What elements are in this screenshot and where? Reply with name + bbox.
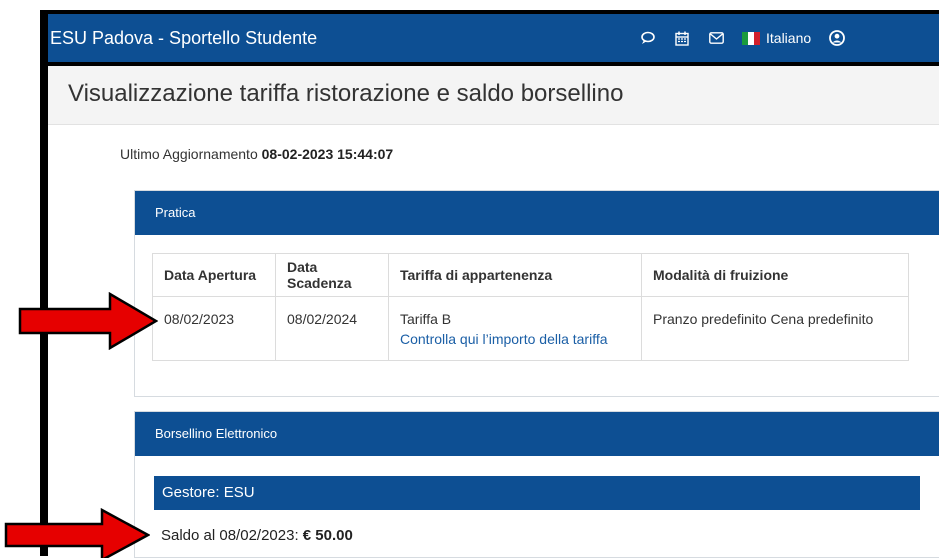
top-navbar: ESU Padova - Sportello Studente Italiano [48, 14, 939, 62]
chat-icon[interactable] [640, 30, 656, 46]
column-header: Data Apertura [152, 253, 276, 297]
brand-link[interactable]: ESU Padova - Sportello Studente [50, 28, 317, 49]
tariffa-link[interactable]: Controlla qui l’importo della tariffa [400, 331, 630, 347]
annotation-arrow-icon [4, 508, 150, 558]
column-header: Data Scadenza [275, 253, 389, 297]
cell-tariffa: Tariffa B Controlla qui l’importo della … [388, 296, 642, 361]
last-update-value: 08-02-2023 15:44:07 [261, 146, 394, 162]
cell-modalita: Pranzo predefinito Cena predefinito [641, 296, 909, 361]
cell-data-scadenza: 08/02/2024 [275, 296, 389, 361]
gestore-header: Gestore: ESU [154, 476, 920, 510]
flag-icon [742, 31, 760, 45]
column-header: Modalità di fruizione [641, 253, 909, 297]
pratica-table: Data Apertura Data Scadenza Tariffa di a… [152, 253, 909, 361]
saldo-line: Saldo al 08/02/2023: € 50.00 [161, 527, 353, 544]
calendar-icon[interactable] [674, 30, 690, 46]
main-content: Visualizzazione tariffa ristorazione e s… [48, 66, 939, 558]
page-margin-left [0, 0, 40, 556]
table-header-row: Data Apertura Data Scadenza Tariffa di a… [152, 253, 909, 297]
saldo-label: Saldo al 08/02/2023: [161, 527, 299, 544]
column-header: Tariffa di appartenenza [388, 253, 642, 297]
navbar-actions: Italiano [640, 14, 846, 62]
last-update-label: Ultimo Aggiornamento [120, 146, 258, 162]
borsellino-panel-title: Borsellino Elettronico [135, 412, 939, 456]
page-header: Visualizzazione tariffa ristorazione e s… [48, 66, 939, 125]
cell-data-apertura: 08/02/2023 [152, 296, 276, 361]
pratica-panel-title: Pratica [135, 191, 939, 235]
annotation-arrow-icon [18, 292, 158, 350]
language-label: Italiano [766, 30, 812, 46]
page-margin-top [0, 0, 939, 10]
user-icon[interactable] [829, 30, 846, 46]
table-row: 08/02/2023 08/02/2024 Tariffa B Controll… [152, 296, 909, 361]
tariffa-name: Tariffa B [400, 311, 452, 327]
language-selector[interactable]: Italiano [742, 30, 811, 46]
last-update: Ultimo Aggiornamento 08-02-2023 15:44:07 [120, 146, 393, 162]
page-title: Visualizzazione tariffa ristorazione e s… [68, 80, 624, 107]
mail-icon[interactable] [708, 30, 724, 46]
saldo-value: € 50.00 [302, 527, 353, 544]
